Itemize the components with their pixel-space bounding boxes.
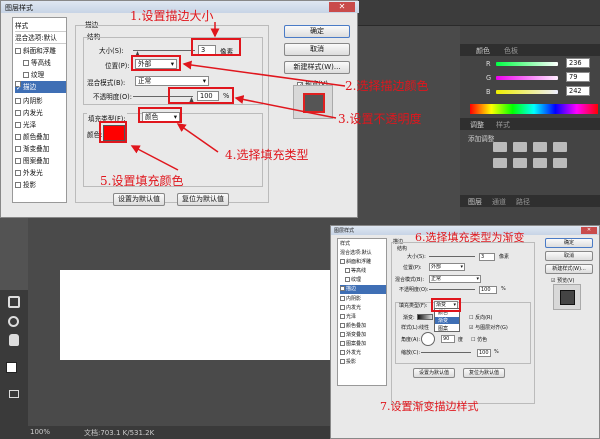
new-style-button-2[interactable]: 新建样式(W)... xyxy=(545,264,593,274)
set-default-button-2[interactable]: 设置为默认值 xyxy=(413,368,455,378)
style-label-2: 样式(L): xyxy=(401,325,420,331)
checkbox[interactable] xyxy=(340,350,345,355)
list-item-outer-glow[interactable]: 外发光 xyxy=(340,349,386,358)
style-value-2[interactable]: 线性 xyxy=(419,324,429,331)
checkbox[interactable] xyxy=(340,314,345,319)
opacity-input-2[interactable]: 100 xyxy=(479,286,497,294)
angle-input[interactable]: 90 xyxy=(441,335,455,343)
blend-mode-select-2[interactable]: 正常 ▾ xyxy=(429,275,481,283)
close-icon[interactable]: ✕ xyxy=(581,227,597,234)
angle-unit: 度 xyxy=(458,337,464,343)
checkbox[interactable] xyxy=(340,341,345,346)
annotation-6: 6.选择填充类型为渐变 xyxy=(415,231,525,244)
angle-label: 角度(A): xyxy=(401,337,421,343)
annotation-4: 4.选择填充类型 xyxy=(225,148,309,162)
scale-slider[interactable] xyxy=(421,352,471,353)
list-item-contour[interactable]: 等高线 xyxy=(340,267,386,276)
reset-default-button-2[interactable]: 复位为默认值 xyxy=(463,368,505,378)
gradient-preview[interactable] xyxy=(417,314,433,320)
scale-unit: % xyxy=(494,349,499,355)
cancel-button-2[interactable]: 取消 xyxy=(545,251,593,261)
chevron-down-icon: ▾ xyxy=(476,276,479,282)
gradient-label: 渐变: xyxy=(403,315,415,321)
ok-button-2[interactable]: 确定 xyxy=(545,238,593,248)
checkbox[interactable] xyxy=(340,296,345,301)
list-item-color-overlay[interactable]: 颜色叠加 xyxy=(340,322,386,331)
checkbox[interactable] xyxy=(340,323,345,328)
style-preview-thumbnail-2 xyxy=(553,284,581,310)
list-item-pattern-overlay[interactable]: 图案叠加 xyxy=(340,340,386,349)
checkbox[interactable] xyxy=(345,268,350,273)
annotation-2: 2.选择描边颜色 xyxy=(345,79,429,93)
annotation-7: 7.设置渐变描边样式 xyxy=(380,400,479,413)
checkbox[interactable] xyxy=(345,277,350,282)
preview-checkbox-2[interactable]: ☑ 预览(V) xyxy=(551,277,574,284)
checkbox[interactable] xyxy=(340,332,345,337)
checkbox[interactable] xyxy=(340,305,345,310)
list-item-bevel[interactable]: 斜面和浮雕 xyxy=(340,258,386,267)
opacity-label-2: 不透明度(O): xyxy=(399,287,429,293)
list-item-stroke[interactable]: 描边 xyxy=(340,285,386,294)
list-item-drop-shadow[interactable]: 投影 xyxy=(340,358,386,367)
chevron-down-icon: ▾ xyxy=(460,264,463,270)
angle-dial[interactable] xyxy=(421,332,435,346)
checkbox[interactable] xyxy=(340,359,345,364)
size-label-2: 大小(S): xyxy=(407,254,426,260)
size-slider-2[interactable] xyxy=(429,256,475,257)
position-label-2: 位置(P): xyxy=(403,265,422,271)
align-checkbox[interactable]: ☑ 与图层对齐(G) xyxy=(469,324,508,331)
list-item-blending[interactable]: 混合选项:默认 xyxy=(340,249,386,258)
scale-input[interactable]: 100 xyxy=(477,349,491,357)
scale-label: 缩放(C): xyxy=(401,350,421,356)
list-item-satin[interactable]: 光泽 xyxy=(340,313,386,322)
checkbox[interactable] xyxy=(340,286,345,291)
checkbox[interactable] xyxy=(340,259,345,264)
fill-type-label-2: 填充类型(F): xyxy=(399,303,428,309)
reverse-checkbox[interactable]: ☐ 反向(R) xyxy=(469,314,492,321)
size-unit-2: 像素 xyxy=(499,254,510,260)
position-select-2[interactable]: 外部 ▾ xyxy=(429,263,465,271)
list-item-gradient-overlay[interactable]: 渐变叠加 xyxy=(340,331,386,340)
annotation-1: 1.设置描边大小 xyxy=(130,9,214,23)
dialog2-title: 图层样式 xyxy=(334,228,355,234)
list-item-inner-glow[interactable]: 内发光 xyxy=(340,304,386,313)
opacity-unit-2: % xyxy=(501,286,506,292)
list-item-inner-shadow[interactable]: 内阴影 xyxy=(340,295,386,304)
size-input-2[interactable]: 3 xyxy=(479,253,495,261)
annotation-5: 5.设置填充颜色 xyxy=(100,174,184,188)
list-item-styles[interactable]: 样式 xyxy=(340,240,386,249)
fill-type-gradient-highlight xyxy=(431,298,461,312)
list-item-texture[interactable]: 纹理 xyxy=(340,276,386,285)
dropdown-option-pattern[interactable]: 图案 xyxy=(438,325,448,332)
dither-checkbox[interactable]: ☐ 仿色 xyxy=(471,336,487,343)
annotation-3: 3.设置不透明度 xyxy=(338,112,422,126)
dropdown-option-gradient[interactable]: 渐变 xyxy=(435,317,459,324)
blend-mode-label-2: 混合模式(B): xyxy=(395,277,425,283)
opacity-slider-2[interactable] xyxy=(429,289,475,290)
style-list-2: 样式 混合选项:默认 斜面和浮雕 等高线 纹理 描边 内阴影 内发光 光泽 颜色… xyxy=(337,238,387,386)
